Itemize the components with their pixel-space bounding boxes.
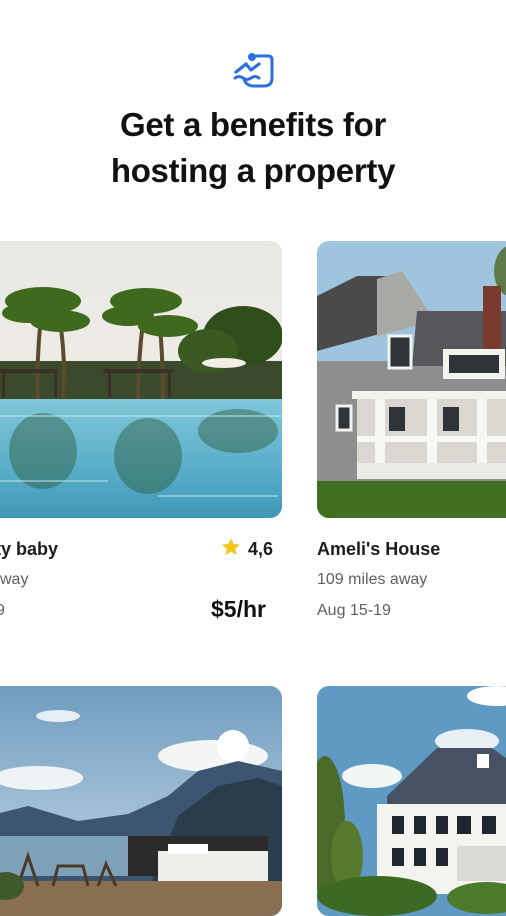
listing-rating: 4,6 [220,536,273,563]
listing-photo-mountain[interactable] [0,686,282,916]
star-icon [220,536,242,563]
listing-photo-mansion[interactable] [317,686,506,916]
listing-dates: Aug 15-19 [317,602,391,619]
listing-distance: 109 miles away [317,571,428,588]
listing-title[interactable]: ty baby [0,539,58,560]
listing-dates: 9 [0,602,5,619]
listing-distance: way [0,571,29,588]
listing-photo-pool[interactable] [0,241,282,518]
rating-value: 4,6 [248,539,274,559]
listing-photo-house[interactable] [317,241,506,518]
swim-logo-icon [232,48,274,90]
listing-title[interactable]: Ameli's House [317,539,440,560]
listing-price: $5/hr [211,596,266,622]
page-title-line-1: Get a benefits for [120,106,386,143]
page-title-line-2: hosting a property [110,152,396,189]
